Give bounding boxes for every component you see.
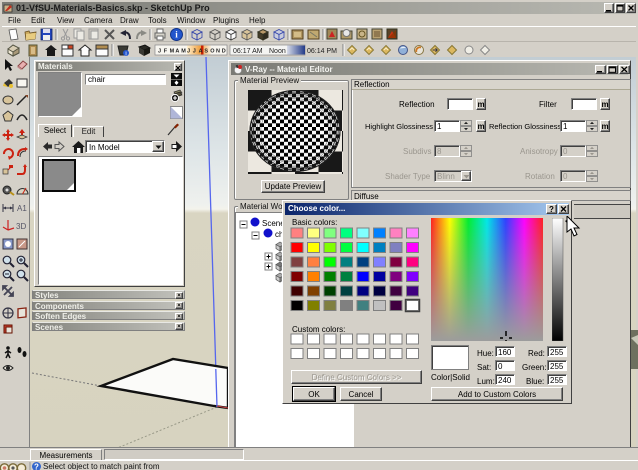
svg-text:A: A: [175, 49, 179, 55]
svg-text:D: D: [222, 49, 226, 55]
svg-text:A1: A1: [17, 204, 27, 213]
svg-text:Noon: Noon: [269, 48, 286, 55]
svg-text:A: A: [199, 49, 203, 55]
svg-text:3D: 3D: [16, 222, 26, 231]
svg-text:J: J: [158, 49, 161, 55]
svg-text:M: M: [170, 49, 175, 55]
svg-text:M: M: [181, 49, 186, 55]
svg-text:O: O: [210, 49, 215, 55]
svg-text:J: J: [187, 49, 190, 55]
svg-text:06:17 AM: 06:17 AM: [233, 48, 263, 55]
svg-text:J: J: [193, 49, 196, 55]
svg-text:N: N: [216, 49, 220, 55]
svg-text:S: S: [204, 49, 208, 55]
svg-text:?: ?: [34, 463, 39, 470]
svg-text:06:14 PM: 06:14 PM: [307, 48, 337, 55]
